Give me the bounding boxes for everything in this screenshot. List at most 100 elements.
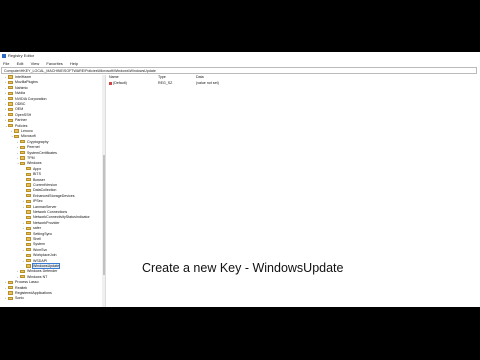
tree-item-label: Windows Defender [27, 269, 58, 274]
folder-icon [26, 248, 31, 252]
registry-editor-icon [2, 54, 6, 58]
tree-item-label: BITS [33, 172, 41, 177]
tree-item-label: Sonic [15, 296, 24, 301]
folder-icon [26, 183, 31, 187]
tree-item-label: Partner [15, 118, 27, 123]
folder-icon [8, 296, 13, 301]
folder-icon [26, 253, 31, 257]
folder-icon [26, 232, 31, 236]
tree-item-label: Appx [33, 166, 42, 171]
column-header-data[interactable]: Data [196, 75, 204, 80]
tree-item[interactable]: › Sonic [5, 296, 24, 301]
folder-icon [20, 275, 25, 279]
tree-item-label: TPM [27, 156, 35, 160]
folder-icon [26, 226, 31, 230]
tree-item-label: WindowsUpdate [31, 263, 61, 269]
tree-item-label: Process Lasso [15, 280, 39, 285]
tree-item-label: WSDAPI [33, 258, 48, 263]
tree-item-label: OEM [15, 107, 24, 112]
tree-item-label: EnhancedStorageDevices [33, 193, 75, 198]
tree-item-label: NetworkConnectivityStatusIndicator [33, 215, 90, 220]
folder-icon [8, 107, 13, 112]
address-bar[interactable]: Computer\HKEY_LOCAL_MACHINE\SOFTWARE\Pol… [1, 67, 477, 74]
tree-item-label: IntelHaxm [15, 75, 32, 79]
video-caption: Create a new Key - WindowsUpdate [142, 261, 344, 275]
folder-icon [8, 280, 13, 284]
tree-item-label: Windows NT [27, 274, 48, 279]
folder-icon [26, 167, 31, 171]
folder-icon [8, 80, 13, 85]
tree-item-label: Nahimic [15, 85, 28, 90]
folder-icon [8, 291, 13, 295]
string-value-icon [109, 81, 112, 85]
tree-item-label: MozillaPlugins [15, 80, 38, 85]
folder-icon [8, 118, 13, 122]
tree-item-label: Policies [15, 123, 28, 128]
tree-item-label: IPSec [33, 199, 43, 204]
tree-item-label: NetworkProvider [33, 220, 60, 225]
tree-item-label: CurrentVersion [33, 183, 57, 187]
folder-icon [8, 102, 13, 106]
folder-icon [26, 242, 31, 247]
folder-icon [14, 129, 19, 133]
value-name: (Default) [113, 81, 127, 85]
folder-icon [8, 86, 13, 90]
tree-item-label: Lenovo [21, 129, 33, 133]
tree-item-label: Microsoft [21, 134, 36, 139]
menu-file[interactable]: File [3, 61, 9, 66]
menu-edit[interactable]: Edit [17, 61, 24, 66]
folder-icon [26, 199, 31, 203]
folder-icon [8, 113, 13, 117]
folder-icon [8, 286, 13, 290]
folder-icon [26, 215, 31, 220]
tree-item-label: WorkplaceJoin [33, 253, 57, 258]
value-data: (value not set) [196, 81, 219, 85]
tree-item-label: System [33, 242, 45, 247]
folder-icon [26, 264, 31, 268]
tree-item-label: SystemCertificates [27, 150, 57, 155]
folder-icon [8, 91, 13, 95]
folder-icon [26, 205, 31, 209]
folder-icon [8, 124, 13, 128]
folder-icon [20, 156, 25, 160]
tree-item-label: Realtek [15, 285, 28, 290]
column-header-name[interactable]: Name [109, 75, 119, 80]
tree-item-label: Bowser [33, 177, 45, 182]
window-title: Registry Editor [8, 53, 35, 58]
folder-icon [20, 161, 25, 166]
menu-view[interactable]: View [31, 61, 40, 66]
folder-icon [14, 134, 19, 139]
tree-item-label: ODBC [15, 102, 26, 106]
menu-favorites[interactable]: Favorites [46, 61, 62, 66]
folder-icon [20, 140, 25, 144]
tree-item-label: WcmSvc [33, 247, 48, 252]
menu-help[interactable]: Help [70, 61, 78, 66]
registry-tree: › IntelHaxm › MozillaPlugins › Nahimic › Nvidia… [0, 75, 103, 307]
tree-item-label: OpenSSH [15, 112, 32, 117]
column-header-type[interactable]: Type [158, 75, 166, 80]
title-bar: Registry Editor [0, 52, 480, 60]
tree-item-label: LanmanServer [33, 204, 57, 209]
folder-icon [8, 97, 13, 101]
tree-item-label: Peernet [27, 145, 40, 150]
folder-icon [26, 221, 31, 225]
tree-item-label: NVIDIA Corporation [15, 96, 47, 101]
tree-item-label: Cryptography [27, 139, 49, 144]
tree-item-label: Network Connections [33, 210, 68, 214]
folder-icon [26, 178, 31, 182]
tree-item-label: RegisteredApplications [15, 291, 52, 295]
value-type: REG_SZ [158, 81, 173, 85]
folder-icon [26, 259, 31, 263]
tree-item-label: safer [33, 226, 41, 231]
tree-item-label: Windows [27, 161, 42, 166]
folder-icon [20, 269, 25, 274]
tree-item-label: Shell [33, 237, 41, 241]
folder-icon [8, 75, 13, 79]
folder-icon [26, 172, 31, 176]
folder-icon [20, 145, 25, 149]
folder-icon [20, 151, 25, 155]
value-row-name[interactable]: (Default) [109, 81, 127, 86]
folder-icon [26, 188, 31, 193]
tree-item-label: SettingSync [33, 231, 53, 236]
folder-icon [26, 194, 31, 198]
